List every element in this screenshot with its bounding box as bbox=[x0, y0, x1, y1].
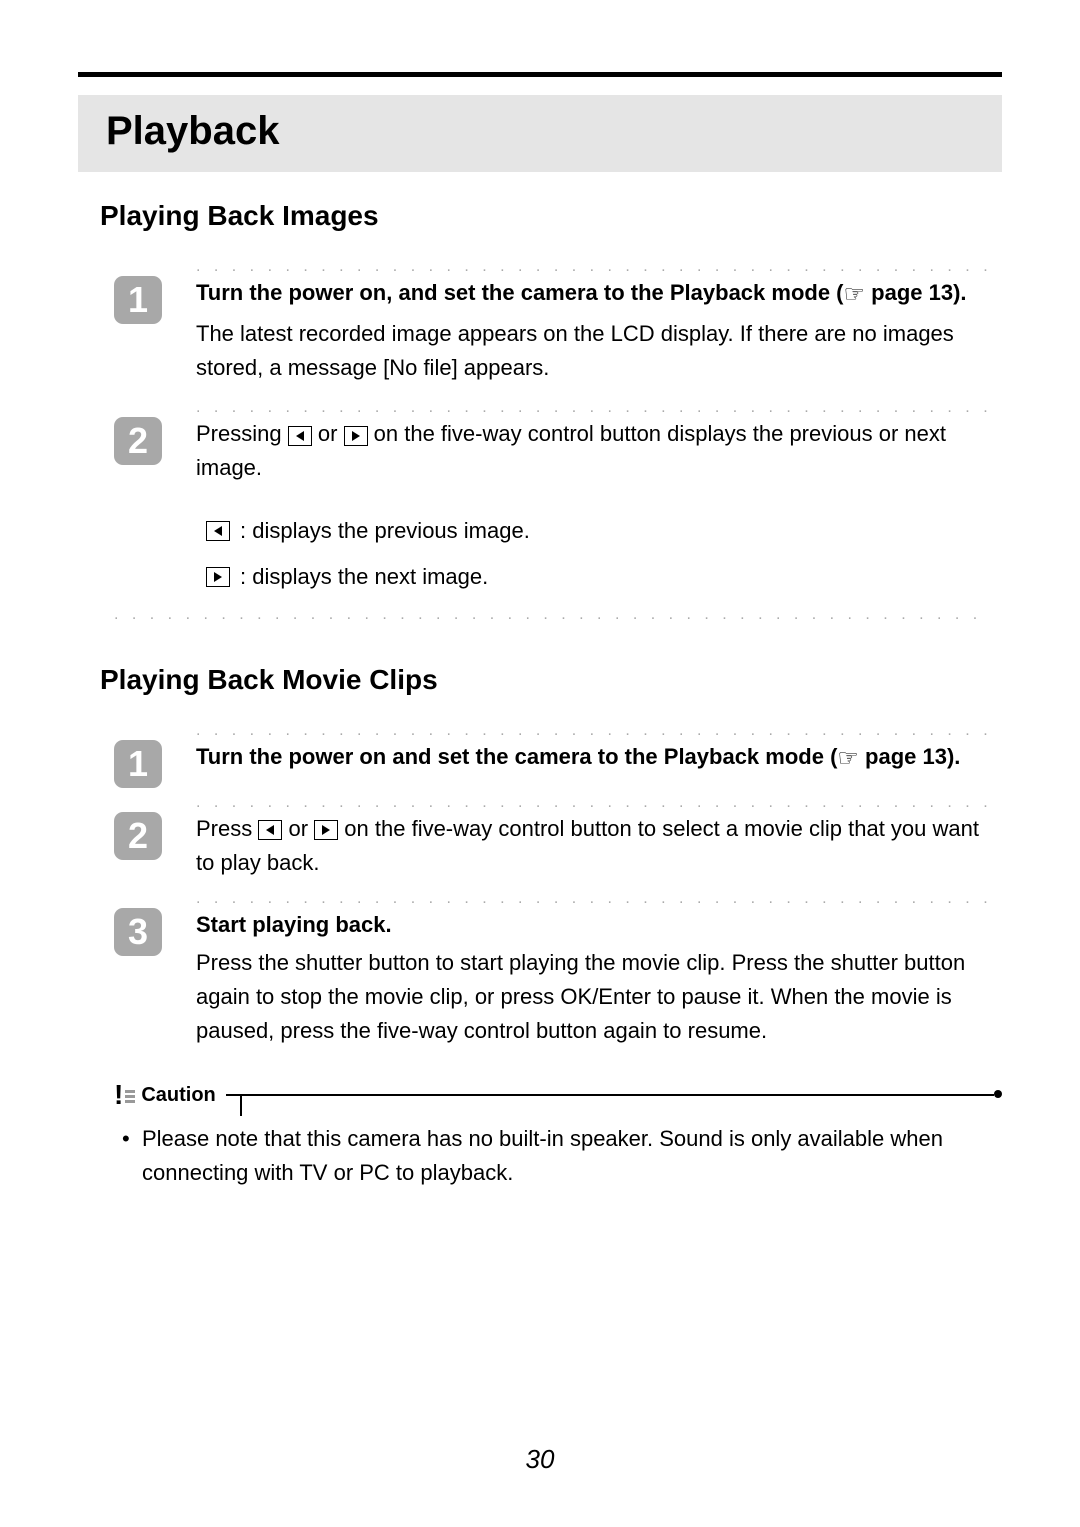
step-lead-text: Start playing back. bbox=[196, 912, 392, 937]
top-rule bbox=[78, 72, 1002, 77]
left-arrow-icon bbox=[206, 521, 230, 541]
step-number-badge: 2 bbox=[114, 812, 162, 860]
caution-icon: ! bbox=[114, 1084, 135, 1106]
text-fragment: Press bbox=[196, 816, 258, 841]
step-row: 2 Pressing or on the five-way control bu… bbox=[114, 417, 1002, 605]
caution-label: Caution bbox=[141, 1084, 215, 1107]
step-tail-text: page 13). bbox=[859, 744, 960, 769]
chapter-heading-band: Playback bbox=[78, 95, 1002, 172]
sub-list: : displays the previous image. : display… bbox=[206, 514, 990, 594]
dotted-divider: . . . . . . . . . . . . . . . . . . . . … bbox=[114, 606, 988, 624]
step-row: 3 Start playing back. Press the shutter … bbox=[114, 908, 1002, 1052]
step-body: Start playing back. Press the shutter bu… bbox=[196, 908, 1002, 1052]
right-arrow-icon bbox=[206, 567, 230, 587]
right-arrow-icon bbox=[344, 426, 368, 446]
step-body: Pressing or on the five-way control butt… bbox=[196, 417, 1002, 605]
dotted-divider: . . . . . . . . . . . . . . . . . . . . … bbox=[196, 722, 988, 740]
pointing-hand-icon: ☞ bbox=[844, 276, 866, 313]
step-body: Press or on the five-way control button … bbox=[196, 812, 1002, 884]
chapter-title: Playback bbox=[106, 109, 974, 154]
step-body: Turn the power on, and set the camera to… bbox=[196, 276, 1002, 389]
caution-text: Please note that this camera has no buil… bbox=[114, 1122, 1002, 1190]
step-number-badge: 1 bbox=[114, 740, 162, 788]
step-number-badge: 2 bbox=[114, 417, 162, 465]
manual-page: Playback Playing Back Images . . . . . .… bbox=[0, 0, 1080, 1527]
list-text: : displays the previous image. bbox=[240, 514, 530, 548]
dotted-divider: . . . . . . . . . . . . . . . . . . . . … bbox=[196, 399, 988, 417]
dotted-divider: . . . . . . . . . . . . . . . . . . . . … bbox=[196, 258, 988, 276]
left-arrow-icon bbox=[258, 820, 282, 840]
text-fragment: Pressing bbox=[196, 421, 288, 446]
list-text: : displays the next image. bbox=[240, 560, 488, 594]
section-playing-back-movie-clips: Playing Back Movie Clips . . . . . . . .… bbox=[78, 664, 1002, 1191]
left-arrow-icon bbox=[288, 426, 312, 446]
step-body: Turn the power on and set the camera to … bbox=[196, 740, 1002, 781]
step-lead-text: Turn the power on, and set the camera to… bbox=[196, 280, 844, 305]
step-tail-text: page 13). bbox=[865, 280, 966, 305]
list-item: : displays the previous image. bbox=[206, 514, 990, 548]
caution-block: ! Caution Please note that this camera h… bbox=[114, 1080, 1002, 1190]
text-fragment: or bbox=[318, 421, 344, 446]
step-row: 1 Turn the power on, and set the camera … bbox=[114, 276, 1002, 389]
step-row: 2 Press or on the five-way control butto… bbox=[114, 812, 1002, 884]
section-heading: Playing Back Images bbox=[100, 200, 1002, 232]
pointing-hand-icon: ☞ bbox=[837, 740, 859, 777]
dotted-divider: . . . . . . . . . . . . . . . . . . . . … bbox=[196, 890, 988, 908]
page-number: 30 bbox=[0, 1444, 1080, 1475]
step-description: Press the shutter button to start playin… bbox=[196, 946, 990, 1048]
list-item: : displays the next image. bbox=[206, 560, 990, 594]
step-lead-text: Turn the power on and set the camera to … bbox=[196, 744, 837, 769]
text-fragment: or bbox=[288, 816, 314, 841]
caution-rule bbox=[226, 1084, 1002, 1106]
section-heading: Playing Back Movie Clips bbox=[100, 664, 1002, 696]
right-arrow-icon bbox=[314, 820, 338, 840]
dotted-divider: . . . . . . . . . . . . . . . . . . . . … bbox=[196, 794, 988, 812]
step-description: The latest recorded image appears on the… bbox=[196, 317, 990, 385]
caution-header: ! Caution bbox=[114, 1080, 1002, 1110]
section-playing-back-images: Playing Back Images . . . . . . . . . . … bbox=[78, 200, 1002, 624]
step-number-badge: 1 bbox=[114, 276, 162, 324]
step-row: 1 Turn the power on and set the camera t… bbox=[114, 740, 1002, 788]
step-number-badge: 3 bbox=[114, 908, 162, 956]
